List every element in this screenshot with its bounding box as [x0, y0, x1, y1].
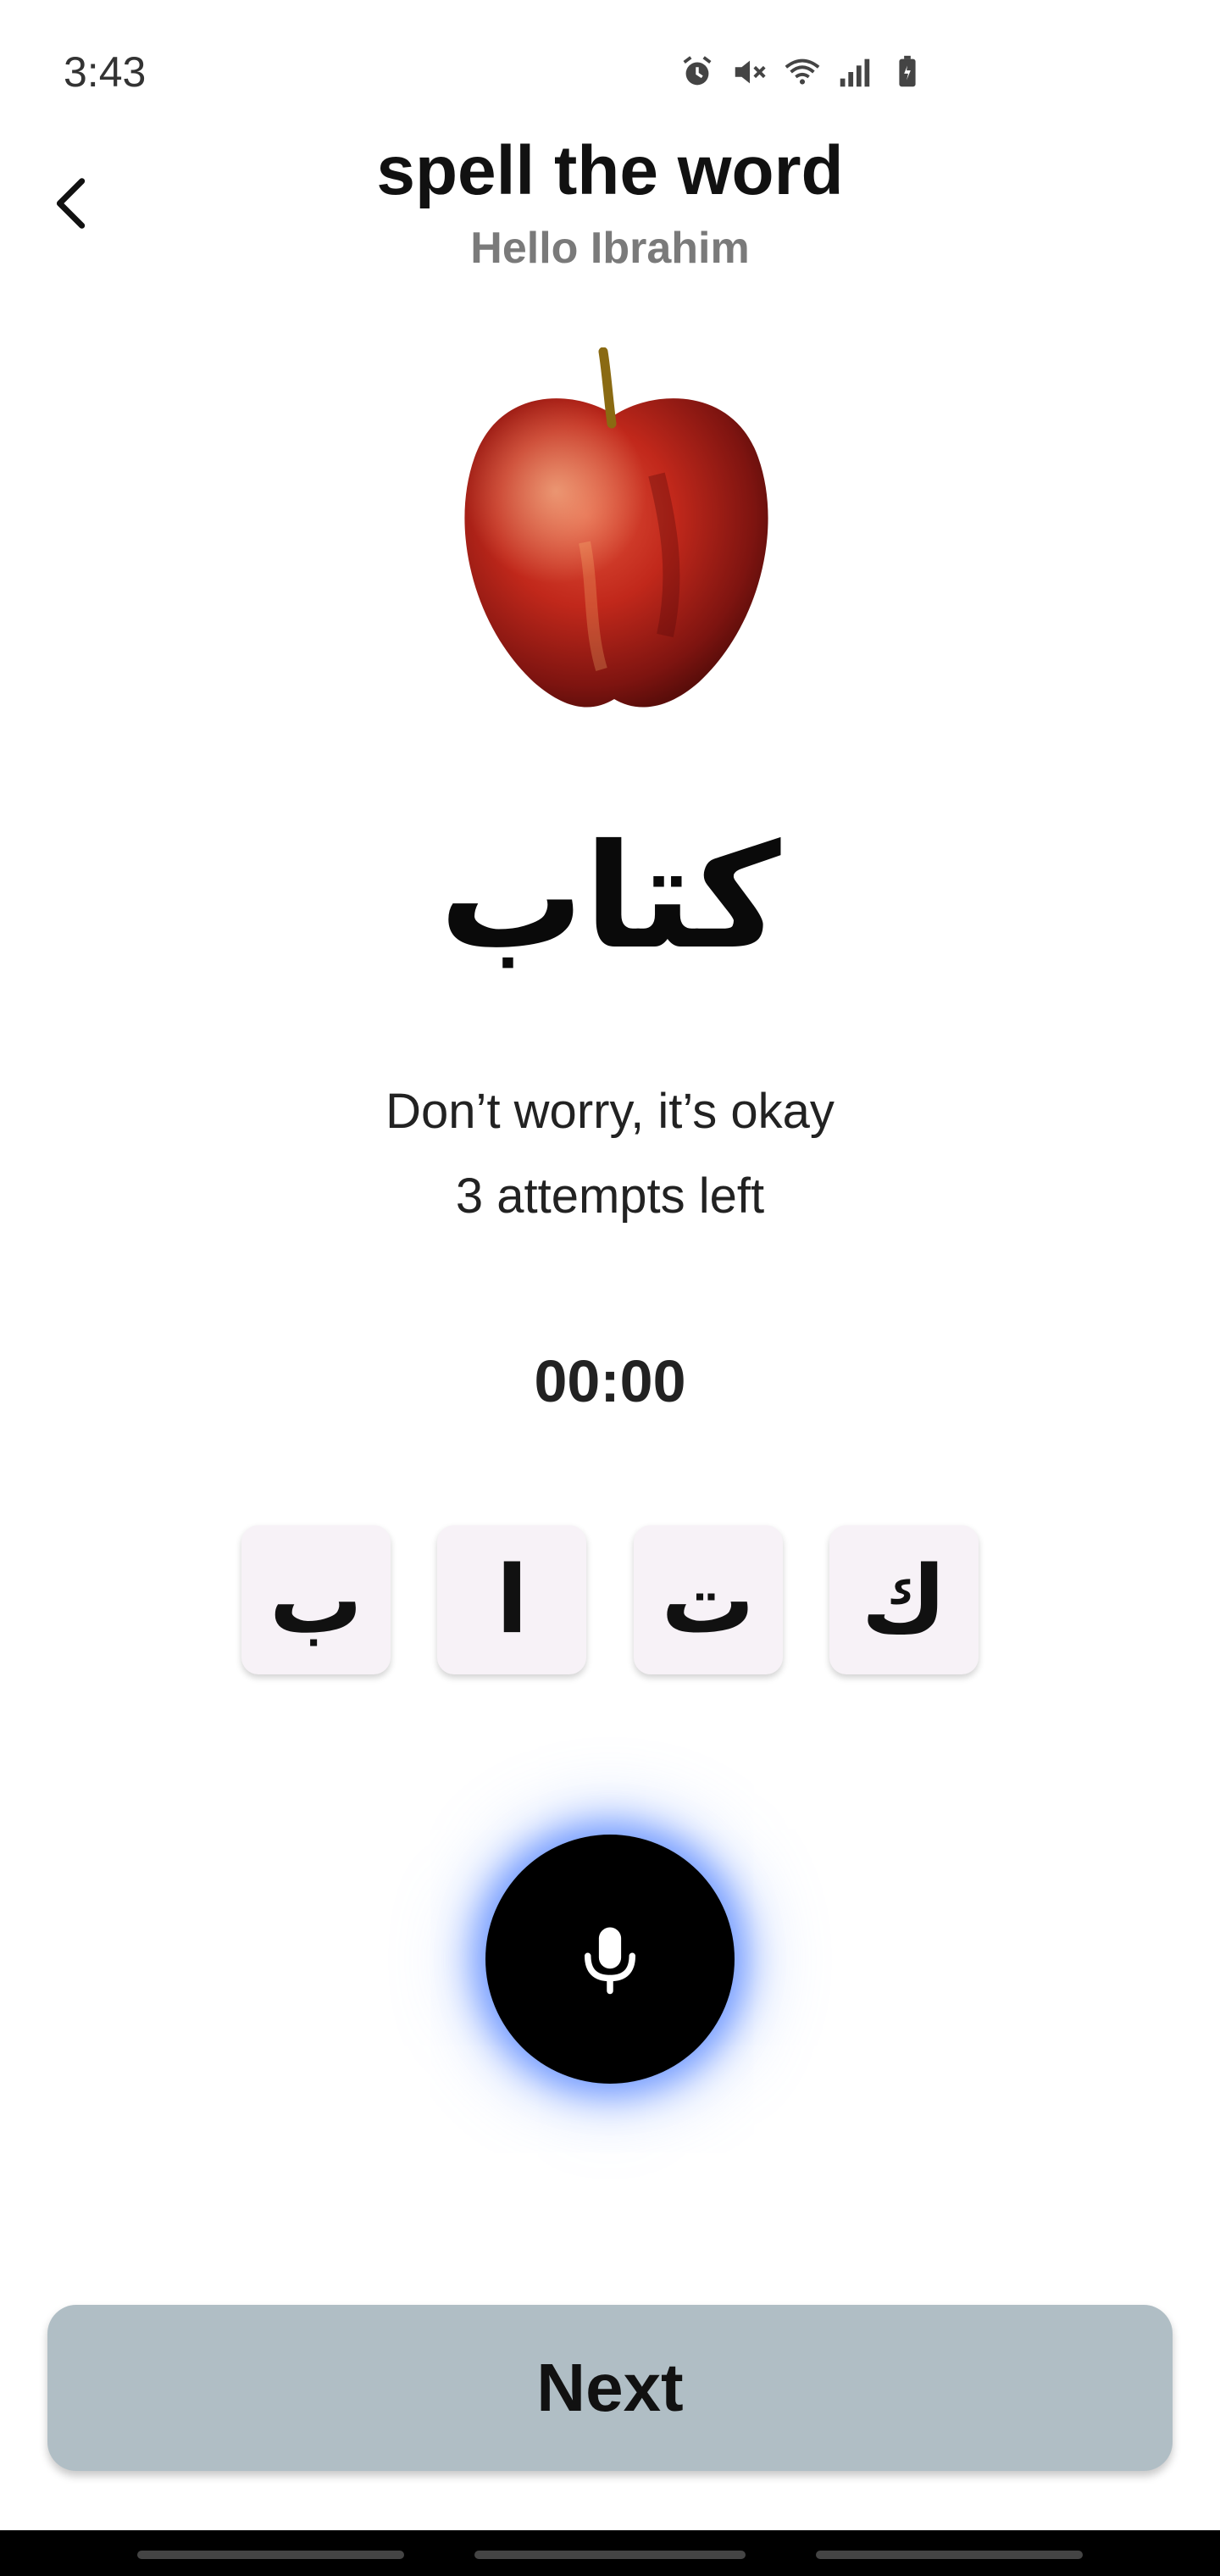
nav-handle [474, 2551, 746, 2559]
letter-tile[interactable]: ت [633, 1525, 783, 1674]
letter-tile[interactable]: ا [437, 1525, 587, 1674]
letter-tiles: ب ا ت ك [241, 1525, 979, 1674]
microphone-icon [585, 1927, 635, 1995]
letter-tile[interactable]: ب [241, 1525, 391, 1674]
signal-icon [835, 53, 874, 92]
battery-icon [888, 53, 927, 92]
mic-button[interactable] [485, 1835, 735, 2084]
target-word: كتاب [439, 813, 781, 981]
timer: 00:00 [534, 1348, 686, 1414]
nav-handle [137, 2551, 404, 2559]
mute-icon [730, 53, 769, 92]
next-button[interactable]: Next [47, 2305, 1173, 2471]
feedback-message: Don’t worry, it’s okay [385, 1084, 835, 1139]
nav-handle [816, 2551, 1083, 2559]
status-time: 3:43 [64, 48, 147, 96]
letter-tile[interactable]: ك [829, 1525, 979, 1674]
status-bar: 3:43 [0, 0, 1220, 144]
alarm-icon [678, 53, 717, 92]
system-nav-bar [0, 2530, 1220, 2576]
attempts-left: 3 attempts left [455, 1169, 765, 1224]
page-title: spell the word [376, 132, 844, 209]
apple-image [441, 347, 788, 720]
wifi-icon [783, 53, 822, 92]
status-icons [678, 53, 927, 92]
greeting-subtitle: Hello Ibrahim [470, 224, 750, 273]
